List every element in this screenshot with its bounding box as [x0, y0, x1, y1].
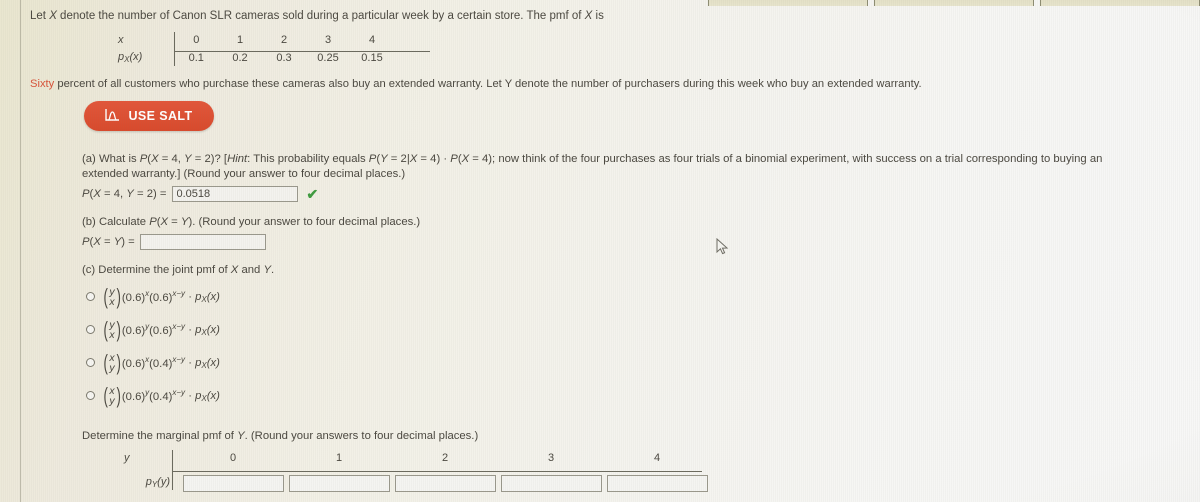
pmf-x-value-2: 2 [280, 34, 288, 46]
part-b-answer-row: P(X = Y) = [82, 234, 420, 250]
problem-intro: Let X denote the number of Canon SLR cam… [30, 10, 604, 22]
part-b-answer-label: P(X = Y) = [82, 236, 135, 248]
opt1-exp2: x−y [172, 288, 186, 298]
marginal-input-y2[interactable] [394, 475, 496, 492]
pmf-table-x: x 0 1 2 3 4 pX(x) 0.1 0.2 0.3 0.25 0.15 [118, 32, 430, 66]
opt2-binom-bottom: x [109, 328, 115, 341]
marginal-input-y0[interactable] [182, 475, 284, 492]
opt1-base2: (0.6) [149, 291, 173, 304]
problem-content: Let X denote the number of Canon SLR cam… [0, 0, 1200, 502]
sixty-percent-sentence: Sixty percent of all customers who purch… [30, 78, 922, 90]
pmf-row-label-x: x [118, 32, 175, 49]
opt3-tail: · pX(x) [188, 357, 220, 371]
joint-pmf-option-4[interactable]: ( x y ) (0.6)y(0.4)x−y · pX(x) [86, 379, 220, 412]
part-b: (b) Calculate P(X = Y). (Round your answ… [82, 214, 420, 250]
part-a: (a) What is P(X = 4, Y = 2)? [Hint: This… [82, 152, 1192, 202]
opt4-binom-bottom: y [109, 394, 115, 407]
use-salt-label: USE SALT [128, 109, 193, 123]
opt4-base2: (0.4) [149, 390, 173, 403]
option-2-expression: ( y x ) (0.6)y(0.6)x−y · pX(x) [103, 316, 220, 342]
marginal-y-value-2: 2 [441, 452, 449, 464]
opt2-exp2: x−y [172, 321, 186, 331]
use-salt-button[interactable]: USE SALT [84, 101, 214, 131]
opt2-base1: (0.6) [121, 324, 146, 337]
joint-pmf-option-1[interactable]: ( y x ) (0.6)x(0.6)x−y · pX(x) [86, 280, 220, 313]
joint-pmf-option-2[interactable]: ( y x ) (0.6)y(0.6)x−y · pX(x) [86, 313, 220, 346]
pmf-row-label-px: pX(x) [118, 49, 175, 66]
marginal-table-horizontal-rule [172, 471, 702, 473]
opt3-exp2: x−y [172, 354, 186, 364]
part-b-prompt: (b) Calculate P(X = Y). (Round your answ… [82, 216, 421, 228]
pmf-x-value-0: 0 [193, 34, 200, 46]
pmf-table-header-row: x 0 1 2 3 4 [118, 32, 394, 49]
opt3-binom-bottom: y [109, 361, 115, 374]
opt3-binom-top: x [109, 351, 115, 364]
marginal-pmf-prompt: Determine the marginal pmf of Y. (Round … [82, 430, 479, 442]
pmf-x-value-4: 4 [368, 34, 376, 46]
marginal-header-values: 0 1 2 3 4 [180, 452, 710, 464]
pmf-x-value-1: 1 [236, 34, 244, 46]
part-a-answer-input[interactable] [171, 186, 298, 202]
part-b-answer-input[interactable] [139, 234, 266, 250]
opt3-base1: (0.6) [121, 357, 146, 370]
marginal-row-label-py: pY(y) [145, 476, 170, 489]
part-c-prompt: (c) Determine the joint pmf of X and Y. [82, 264, 275, 276]
sixty-highlight: Sixty [30, 78, 55, 90]
part-a-line1: (a) What is P(X = 4, Y = 2)? [Hint: This… [82, 153, 1103, 165]
marginal-y-value-0: 0 [229, 452, 237, 464]
opt4-base1: (0.6) [121, 390, 146, 403]
part-a-line2: extended warranty.] (Round your answer t… [82, 168, 406, 180]
marginal-input-row [180, 475, 710, 492]
marginal-y-value-4: 4 [653, 452, 661, 464]
radio-icon-option-2[interactable] [86, 325, 95, 334]
marginal-input-y1[interactable] [288, 475, 390, 492]
radio-icon-option-3[interactable] [86, 358, 95, 367]
opt2-base2: (0.6) [149, 324, 173, 337]
opt4-exp2: x−y [172, 387, 186, 397]
part-a-answer-row: P(X = 4, Y = 2) = ✔ [82, 186, 1192, 202]
option-3-expression: ( x y ) (0.6)x(0.4)x−y · pX(x) [103, 349, 220, 375]
part-a-answer-label: P(X = 4, Y = 2) = [82, 187, 167, 200]
opt1-binom-bottom: x [109, 295, 115, 308]
pmf-table-horizontal-rule [174, 51, 430, 53]
opt1-binom-top: y [109, 285, 115, 298]
joint-pmf-option-3[interactable]: ( x y ) (0.6)x(0.4)x−y · pX(x) [86, 346, 220, 379]
joint-pmf-options: ( y x ) (0.6)x(0.6)x−y · pX(x) ( y x) (… [86, 280, 220, 412]
opt4-binom-top: x [109, 384, 115, 397]
opt1-base1: (0.6) [121, 291, 146, 304]
marginal-input-y4[interactable] [606, 475, 708, 492]
radio-icon-option-1[interactable] [86, 292, 95, 301]
marginal-y-value-1: 1 [335, 452, 343, 464]
marginal-row-label-y: y [124, 452, 130, 464]
opt1-tail: · pX(x) [188, 291, 220, 305]
marginal-table-vertical-rule [172, 450, 174, 490]
marginal-y-value-3: 3 [547, 452, 555, 464]
opt3-base2: (0.4) [149, 357, 173, 370]
distribution-curve-icon [105, 108, 120, 125]
marginal-input-y3[interactable] [500, 475, 602, 492]
pmf-x-value-3: 3 [324, 34, 332, 46]
sixty-rest: percent of all customers who purchase th… [54, 78, 922, 90]
option-1-expression: ( y x ) (0.6)x(0.6)x−y · pX(x) [103, 283, 220, 309]
opt2-tail: · pX(x) [188, 324, 220, 338]
mouse-pointer-icon [716, 237, 729, 259]
opt2-binom-top: y [109, 318, 115, 331]
green-check-icon: ✔ [306, 185, 319, 202]
option-4-expression: ( x y ) (0.6)y(0.4)x−y · pX(x) [103, 382, 220, 408]
opt4-tail: · pX(x) [188, 390, 220, 404]
radio-icon-option-4[interactable] [86, 391, 95, 400]
